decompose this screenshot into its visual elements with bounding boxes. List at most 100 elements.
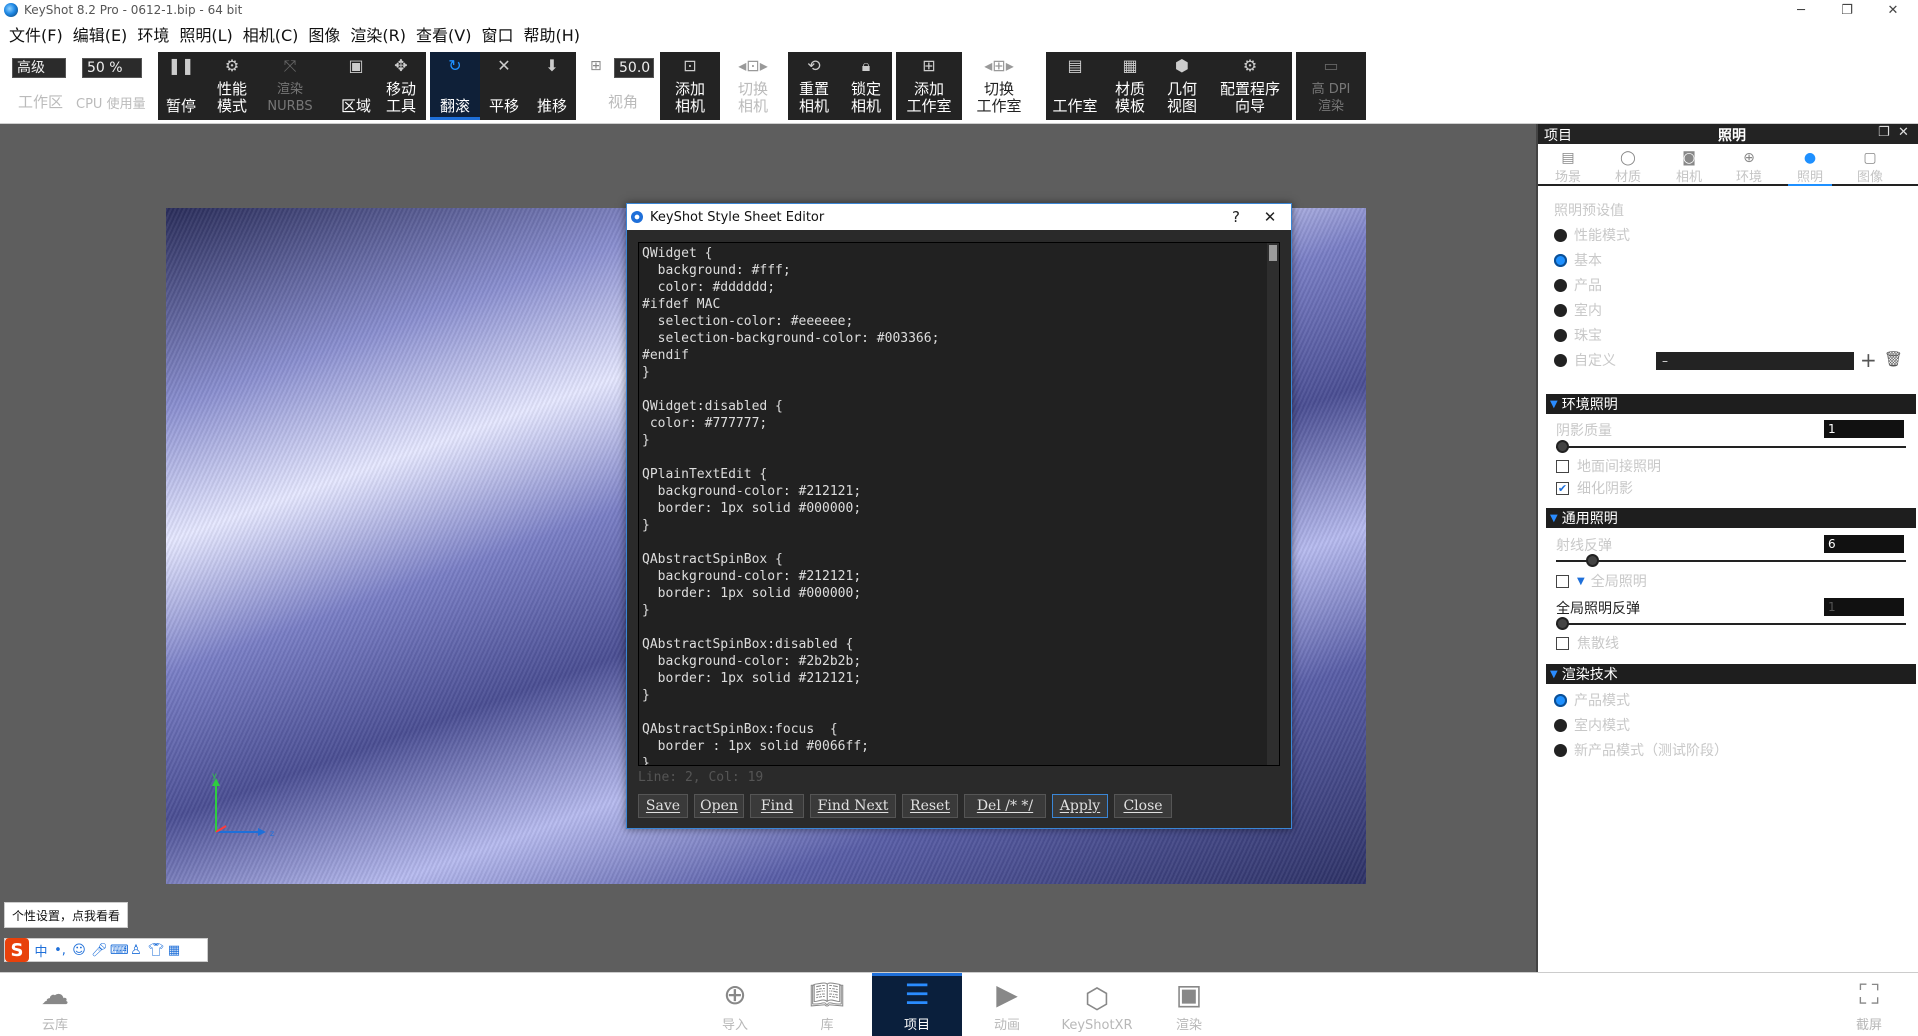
add-camera-button[interactable]: ⊡ 添加 相机 [660,52,720,120]
import-button[interactable]: ⊕ 导入 [690,973,780,1036]
preset-basic[interactable]: 基本 [1554,250,1602,270]
lock-camera-button[interactable]: 🔒︎ 锁定 相机 [840,52,892,120]
menu-help[interactable]: 帮助(H) [518,22,585,46]
reset-camera-button[interactable]: ⟲ 重置 相机 [788,52,840,120]
find-button[interactable]: Find [750,794,804,818]
find-next-button[interactable]: Find Next [810,794,896,818]
animation-button[interactable]: ▶ 动画 [962,973,1052,1036]
env-lighting-header[interactable]: ▼ 环境照明 [1546,394,1916,414]
tech-new-product-mode[interactable]: 新产品模式（测试阶段） [1554,740,1728,760]
fine-shadows-checkbox[interactable]: ✔ 细化阴影 [1556,479,1633,497]
tech-product-mode[interactable]: 产品模式 [1554,690,1630,710]
ime-language-toggle[interactable]: 中 [34,941,48,960]
stylesheet-text-editor[interactable]: QWidget { background: #fff; color: #dddd… [638,242,1280,766]
preset-interior[interactable]: 室内 [1554,300,1602,320]
fov-input[interactable]: 50.0 [614,58,654,78]
tab-lighting[interactable]: ● 照明 [1780,150,1840,186]
delete-preset-icon[interactable]: 🗑︎ [1884,350,1903,368]
editor-scrollbar[interactable] [1267,243,1279,765]
studio-button[interactable]: ▤ 工作室 [1046,52,1104,120]
region-button[interactable]: ▣ 区域 [334,52,378,120]
switch-camera-button[interactable]: ◂⊡▸ 切换 相机 [722,52,784,120]
library-button[interactable]: 📖︎ 库 [782,973,872,1036]
panel-close-icon[interactable]: ✕ [1898,125,1909,140]
preset-custom[interactable]: 自定义 [1554,350,1616,370]
user-icon[interactable]: ♙ [129,943,143,958]
render-tech-header[interactable]: ▼ 渲染技术 [1546,664,1916,684]
add-preset-icon[interactable]: + [1860,348,1877,372]
preset-product[interactable]: 产品 [1554,275,1602,295]
reset-button[interactable]: Reset [902,794,958,818]
stylesheet-code[interactable]: QWidget { background: #fff; color: #dddd… [639,243,1279,765]
geometry-view-button[interactable]: ⬢ 几何 视图 [1156,52,1208,120]
material-template-button[interactable]: ▦ 材质 模板 [1104,52,1156,120]
render-nurbs-button[interactable]: ⤧ 渲染 NURBS [260,52,320,120]
switch-studio-button[interactable]: ◂⊞▸ 切换 工作室 [964,52,1034,120]
add-studio-button[interactable]: ⊞ 添加 工作室 [896,52,962,120]
performance-mode-button[interactable]: ⚙ 性能 模式 [204,52,260,120]
menu-render[interactable]: 渲染(R) [345,22,411,46]
gi-bounces-slider[interactable] [1556,617,1906,630]
render-button[interactable]: ▣ 渲染 [1144,973,1234,1036]
open-button[interactable]: Open [694,794,744,818]
menu-file[interactable]: 文件(F) [4,22,68,46]
ime-tooltip[interactable]: 个性设置，点我看看 [4,902,128,928]
pause-button[interactable]: ❚❚ 暂停 [158,52,204,120]
skin-icon[interactable]: 👕︎ [148,943,165,958]
scrollbar-thumb[interactable] [1269,245,1277,261]
sogou-logo-icon[interactable]: S [5,938,29,962]
cpu-usage-select[interactable]: 50 % [82,58,142,78]
help-button[interactable]: ? [1223,206,1249,228]
move-tool-button[interactable]: ✥ 移动 工具 [376,52,426,120]
quality-select[interactable]: 高级 [12,58,66,78]
keyboard-icon[interactable]: ⌨ [110,943,129,958]
cloud-library-button[interactable]: ☁ 云库 [10,973,100,1036]
menu-camera[interactable]: 相机(C) [238,22,304,46]
comment-toggle-button[interactable]: Del /* */ [964,794,1046,818]
preset-jewelry[interactable]: 珠宝 [1554,325,1602,345]
gi-bounces-input[interactable]: 1 [1824,598,1904,616]
shadow-quality-slider[interactable] [1556,440,1906,453]
pan-button[interactable]: ✕ 平移 [480,52,528,120]
save-button[interactable]: Save [638,794,688,818]
tab-environment[interactable]: ⊕ 环境 [1719,150,1779,185]
slider-knob[interactable] [1586,554,1599,567]
preset-performance[interactable]: 性能模式 [1554,225,1630,245]
shadow-quality-input[interactable]: 1 [1824,420,1904,438]
tab-scene[interactable]: ▤ 场景 [1538,150,1598,185]
config-wizard-button[interactable]: ⚙ 配置程序 向导 [1208,52,1292,120]
close-button[interactable]: Close [1114,794,1172,818]
emoji-icon[interactable]: ☺ [72,943,86,958]
menu-environment[interactable]: 环境 [132,22,174,46]
undock-icon[interactable]: ❐ [1878,125,1890,140]
restore-icon[interactable]: ❐ [1824,0,1870,20]
caustics-checkbox[interactable]: 焦散线 [1556,634,1619,652]
menu-lighting[interactable]: 照明(L) [174,22,237,46]
menu-view[interactable]: 查看(V) [411,22,476,46]
dialog-close-icon[interactable]: ✕ [1257,206,1283,228]
keyshotxr-button[interactable]: ⬡ KeyShotXR [1052,973,1142,1036]
toolbox-icon[interactable]: ▦ [167,943,181,958]
ray-bounces-slider[interactable] [1556,554,1906,567]
slider-knob[interactable] [1556,617,1569,630]
window-close-icon[interactable]: ✕ [1870,0,1916,20]
ray-bounces-input[interactable]: 6 [1824,535,1904,553]
ground-indirect-checkbox[interactable]: 地面间接照明 [1556,457,1661,475]
microphone-icon[interactable]: 🎤︎ [91,943,108,958]
project-button[interactable]: ☰ 项目 [872,973,962,1036]
tab-camera[interactable]: ◙ 相机 [1659,150,1719,185]
minimize-icon[interactable]: ─ [1778,0,1824,20]
screenshot-button[interactable]: ⛶ 截屏 [1824,973,1914,1036]
tumble-button[interactable]: ↻ 翻滚 [430,52,480,120]
slider-knob[interactable] [1556,440,1569,453]
custom-preset-select[interactable]: – [1656,352,1854,370]
tab-material[interactable]: ◯ 材质 [1598,150,1658,185]
punctuation-icon[interactable]: •, [53,943,67,958]
dolly-button[interactable]: ⬇ 推移 [528,52,576,120]
menu-image[interactable]: 图像 [303,22,345,46]
menu-edit[interactable]: 编辑(E) [68,22,133,46]
apply-button[interactable]: Apply [1052,794,1108,818]
tech-interior-mode[interactable]: 室内模式 [1554,715,1630,735]
hidpi-render-button[interactable]: ▭ 高 DPI 渲染 [1296,52,1366,120]
general-lighting-header[interactable]: ▼ 通用照明 [1546,508,1916,528]
